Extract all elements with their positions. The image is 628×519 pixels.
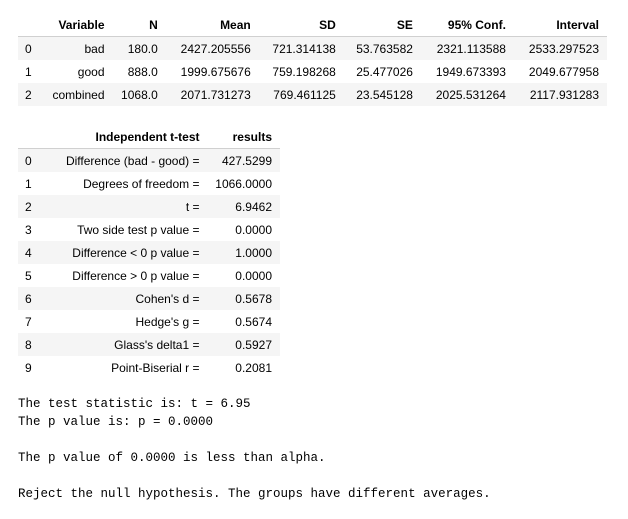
output-line-conclusion: Reject the null hypothesis. The groups h… <box>18 487 491 501</box>
table-cell: Two side test p value = <box>49 218 208 241</box>
table-row: 3 Two side test p value = 0.0000 <box>18 218 280 241</box>
output-line-p-value: The p value is: p = 0.0000 <box>18 415 214 429</box>
row-index: 3 <box>18 218 49 241</box>
table-cell: bad <box>41 36 113 60</box>
table-cell: 0.5927 <box>207 333 280 356</box>
table-row: 1 Degrees of freedom = 1066.0000 <box>18 172 280 195</box>
table-row: 0 bad 180.0 2427.205556 721.314138 53.76… <box>18 36 607 60</box>
column-header: Mean <box>220 17 251 32</box>
table-row: 2 combined 1068.0 2071.731273 769.461125… <box>18 83 607 106</box>
table-cell: 6.9462 <box>207 195 280 218</box>
row-index: 0 <box>18 148 49 172</box>
table-row: 5 Difference > 0 p value = 0.0000 <box>18 264 280 287</box>
row-index: 9 <box>18 356 49 379</box>
table-row: 0 Difference (bad - good) = 427.5299 <box>18 148 280 172</box>
row-index: 6 <box>18 287 49 310</box>
table-cell: Cohen's d = <box>49 287 208 310</box>
row-index: 2 <box>18 83 41 106</box>
row-index: 1 <box>18 172 49 195</box>
table-header-row: Independent t-test results <box>18 125 280 149</box>
table-cell: 2427.205556 <box>165 36 259 60</box>
table-cell: Difference > 0 p value = <box>49 264 208 287</box>
table-cell: 0.5678 <box>207 287 280 310</box>
column-header: SD <box>319 17 336 32</box>
table-cell: good <box>41 60 113 83</box>
table-cell: 769.461125 <box>258 83 344 106</box>
table-cell: 2025.531264 <box>420 83 514 106</box>
table-header-row: Variable N Mean SD SE 95% Conf. Interval <box>18 13 607 37</box>
column-header: N <box>149 17 158 32</box>
row-index: 4 <box>18 241 49 264</box>
table-cell: Point-Biserial r = <box>49 356 208 379</box>
table-cell: 721.314138 <box>258 36 344 60</box>
table-cell: 1066.0000 <box>207 172 280 195</box>
row-index: 0 <box>18 36 41 60</box>
table-row: 6 Cohen's d = 0.5678 <box>18 287 280 310</box>
table-cell: 759.198268 <box>258 60 344 83</box>
table-cell: 2049.677958 <box>513 60 607 83</box>
table-cell: 25.477026 <box>343 60 421 83</box>
table-cell: Hedge's g = <box>49 310 208 333</box>
column-header: SE <box>396 17 413 32</box>
table-cell: 0.2081 <box>207 356 280 379</box>
column-header: Independent t-test <box>95 129 200 144</box>
table-row: 7 Hedge's g = 0.5674 <box>18 310 280 333</box>
row-index: 8 <box>18 333 49 356</box>
row-index: 7 <box>18 310 49 333</box>
table-cell: 0.0000 <box>207 264 280 287</box>
column-header <box>18 13 41 37</box>
table-cell: 0.0000 <box>207 218 280 241</box>
row-index: 5 <box>18 264 49 287</box>
table-row: 4 Difference < 0 p value = 1.0000 <box>18 241 280 264</box>
column-header: results <box>232 129 272 144</box>
table-cell: t = <box>49 195 208 218</box>
table-row: 2 t = 6.9462 <box>18 195 280 218</box>
table-row: 1 good 888.0 1999.675676 759.198268 25.4… <box>18 60 607 83</box>
table-cell: 180.0 <box>112 36 166 60</box>
table-cell: 1.0000 <box>207 241 280 264</box>
table-cell: 2117.931283 <box>513 83 607 106</box>
table-cell: Difference (bad - good) = <box>49 148 208 172</box>
table-cell: 2321.113588 <box>420 36 514 60</box>
table-row: 8 Glass's delta1 = 0.5927 <box>18 333 280 356</box>
output-line-test-statistic: The test statistic is: t = 6.95 <box>18 397 251 411</box>
table-cell: 888.0 <box>112 60 166 83</box>
output-line-alpha-comparison: The p value of 0.0000 is less than alpha… <box>18 451 326 465</box>
table-row: 9 Point-Biserial r = 0.2081 <box>18 356 280 379</box>
table-cell: combined <box>41 83 113 106</box>
row-index: 2 <box>18 195 49 218</box>
table-cell: Difference < 0 p value = <box>49 241 208 264</box>
table-cell: 0.5674 <box>207 310 280 333</box>
table-cell: 1068.0 <box>112 83 166 106</box>
descriptive-stats-table: Variable N Mean SD SE 95% Conf. Interval… <box>18 13 607 106</box>
table-cell: 427.5299 <box>207 148 280 172</box>
column-header: 95% Conf. <box>447 17 506 32</box>
row-index: 1 <box>18 60 41 83</box>
table-cell: 2533.297523 <box>513 36 607 60</box>
table-cell: 2071.731273 <box>165 83 259 106</box>
table-cell: 1949.673393 <box>420 60 514 83</box>
table-cell: 53.763582 <box>343 36 421 60</box>
table-cell: Degrees of freedom = <box>49 172 208 195</box>
column-header: Interval <box>556 17 599 32</box>
table-cell: 23.545128 <box>343 83 421 106</box>
column-header: Variable <box>58 17 105 32</box>
t-test-results-table: Independent t-test results 0 Difference … <box>18 125 280 379</box>
table-cell: Glass's delta1 = <box>49 333 208 356</box>
table-cell: 1999.675676 <box>165 60 259 83</box>
column-header <box>18 125 49 149</box>
